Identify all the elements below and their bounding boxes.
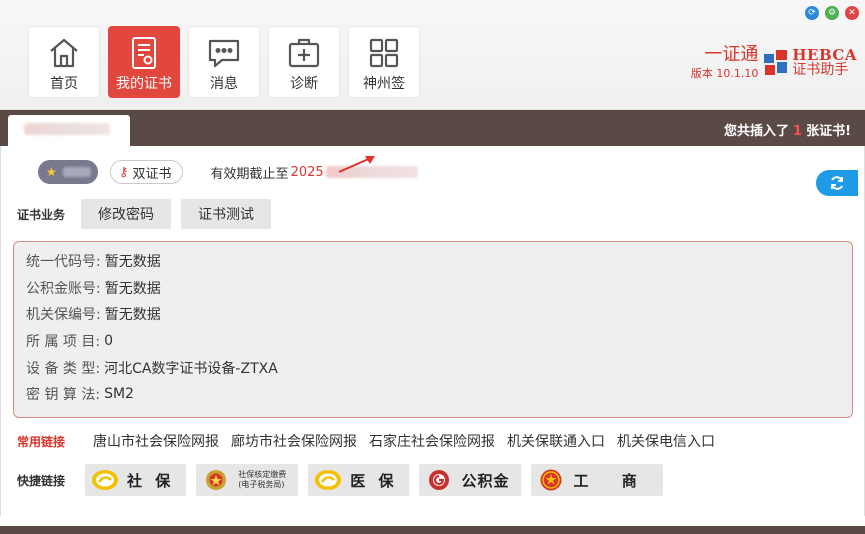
version-label: 版本 10.1.10 <box>690 67 759 80</box>
dual-cert-label: 双证书 <box>132 166 172 182</box>
change-password-button[interactable]: 修改密码 <box>81 199 171 229</box>
star-icon: ★ <box>46 165 57 179</box>
common-links-label: 常用链接 <box>17 434 66 449</box>
link-shijiazhuang[interactable]: 石家庄社会保险网报 <box>369 431 495 451</box>
main-nav: 首页 我的证书 消息 诊断 神州签 <box>28 26 420 98</box>
window-controls: ⟳ ⚙ ✕ <box>805 6 859 20</box>
redacted-cert-name <box>24 123 110 135</box>
medical-kit-icon <box>288 38 320 68</box>
redacted-user <box>62 167 91 177</box>
logo-cn: 证书助手 <box>792 62 849 78</box>
nav-home-label: 首页 <box>50 76 78 92</box>
info-row: 设 备 类 型: 河北CA数字证书设备-ZTXA <box>26 360 278 377</box>
quick-links-row: 快捷链接 社 保 社保核定缴费 (电子税务局) 医 保 公积金 工 商 <box>17 464 673 496</box>
quick-business-button[interactable]: 工 商 <box>531 464 663 496</box>
refresh-button[interactable] <box>816 170 858 196</box>
dual-cert-badge: ⚷ 双证书 <box>110 160 183 184</box>
cert-count: 1 <box>793 124 803 139</box>
info-row: 所 属 项 目: 0 <box>26 333 113 351</box>
user-badge: ★ <box>38 160 98 184</box>
cert-tab-strip: 您共插入了 1 张证书! <box>0 110 865 146</box>
info-row: 统一代码号: 暂无数据 <box>26 254 161 271</box>
hebca-logo: HEBCA 证书助手 <box>764 48 857 78</box>
nav-shenzhouqian-label: 神州签 <box>363 76 405 92</box>
logo-en: HEBCA <box>792 46 857 64</box>
brand-name: 一证通 <box>704 44 759 65</box>
validity-info: 有效期截止至 2025 <box>211 163 418 182</box>
cert-info-box: 统一代码号: 暂无数据 公积金账号: 暂无数据 机关保编号: 暂无数据 所 属 项 目… <box>13 241 853 418</box>
nav-my-certificates[interactable]: 我的证书 <box>108 26 180 98</box>
link-langfang[interactable]: 廊坊市社会保险网报 <box>231 431 357 451</box>
cert-business-label: 证书业务 <box>17 207 66 222</box>
nav-messages[interactable]: 消息 <box>188 26 260 98</box>
quick-social-security-button[interactable]: 社 保 <box>85 464 187 496</box>
cert-business-row: 证书业务 修改密码 证书测试 <box>17 199 271 229</box>
inserted-count-notice: 您共插入了 1 张证书! <box>724 124 851 139</box>
annotation-arrow-icon <box>338 156 375 173</box>
info-row: 机关保编号: 暂无数据 <box>26 307 161 324</box>
message-icon <box>208 39 240 68</box>
bottom-bar <box>0 526 865 534</box>
brand: 一证通 版本 10.1.10 HEBCA 证书助手 <box>691 44 857 82</box>
certificate-panel: ★ ⚷ 双证书 有效期截止至 2025 证书业务 修改密码 证书测试 统一代码号… <box>0 146 865 516</box>
nav-messages-label: 消息 <box>210 76 238 92</box>
tab-certificate[interactable] <box>8 115 130 146</box>
tax-emblem-icon <box>206 470 227 490</box>
quick-social-tax-button[interactable]: 社保核定缴费 (电子税务局) <box>196 464 299 496</box>
key-icon: ⚷ <box>119 164 129 180</box>
nav-diagnose[interactable]: 诊断 <box>268 26 340 98</box>
close-icon[interactable]: ✕ <box>845 6 859 20</box>
national-emblem-icon <box>540 469 562 491</box>
nav-diagnose-label: 诊断 <box>290 76 318 92</box>
quick-medical-insurance-button[interactable]: 医 保 <box>308 464 410 496</box>
refresh-icon <box>831 176 843 190</box>
hebca-logo-icon <box>764 50 788 75</box>
housing-fund-icon <box>429 470 450 490</box>
validity-label: 有效期截止至 <box>210 166 289 182</box>
certificate-icon <box>132 37 156 69</box>
link-tangshan[interactable]: 唐山市社会保险网报 <box>93 431 219 451</box>
refresh-icon[interactable]: ⟳ <box>805 6 819 20</box>
apps-grid-icon <box>369 38 399 68</box>
info-row: 公积金账号: 暂无数据 <box>26 280 161 297</box>
cert-test-button[interactable]: 证书测试 <box>181 199 271 229</box>
nav-shenzhouqian[interactable]: 神州签 <box>348 26 420 98</box>
common-links-row: 常用链接 唐山市社会保险网报 廊坊市社会保险网报 石家庄社会保险网报 机关保联通… <box>17 431 727 451</box>
medical-insurance-icon <box>315 470 342 490</box>
quick-housing-fund-button[interactable]: 公积金 <box>419 464 522 496</box>
social-security-icon <box>92 470 118 490</box>
nav-my-certificates-label: 我的证书 <box>116 76 172 92</box>
link-jiguanbao-unicom[interactable]: 机关保联通入口 <box>507 431 605 451</box>
validity-year: 2025 <box>290 164 324 180</box>
quick-links-label: 快捷链接 <box>17 473 66 488</box>
link-jiguanbao-telecom[interactable]: 机关保电信入口 <box>617 431 715 451</box>
nav-home[interactable]: 首页 <box>28 26 100 98</box>
info-row: 密 钥 算 法: SM2 <box>26 386 134 404</box>
settings-icon[interactable]: ⚙ <box>825 6 839 20</box>
home-icon <box>50 38 78 68</box>
top-toolbar: ⟳ ⚙ ✕ 首页 我的证书 消息 诊断 神州签 一证通 版本 10.1.10 H… <box>0 0 865 110</box>
